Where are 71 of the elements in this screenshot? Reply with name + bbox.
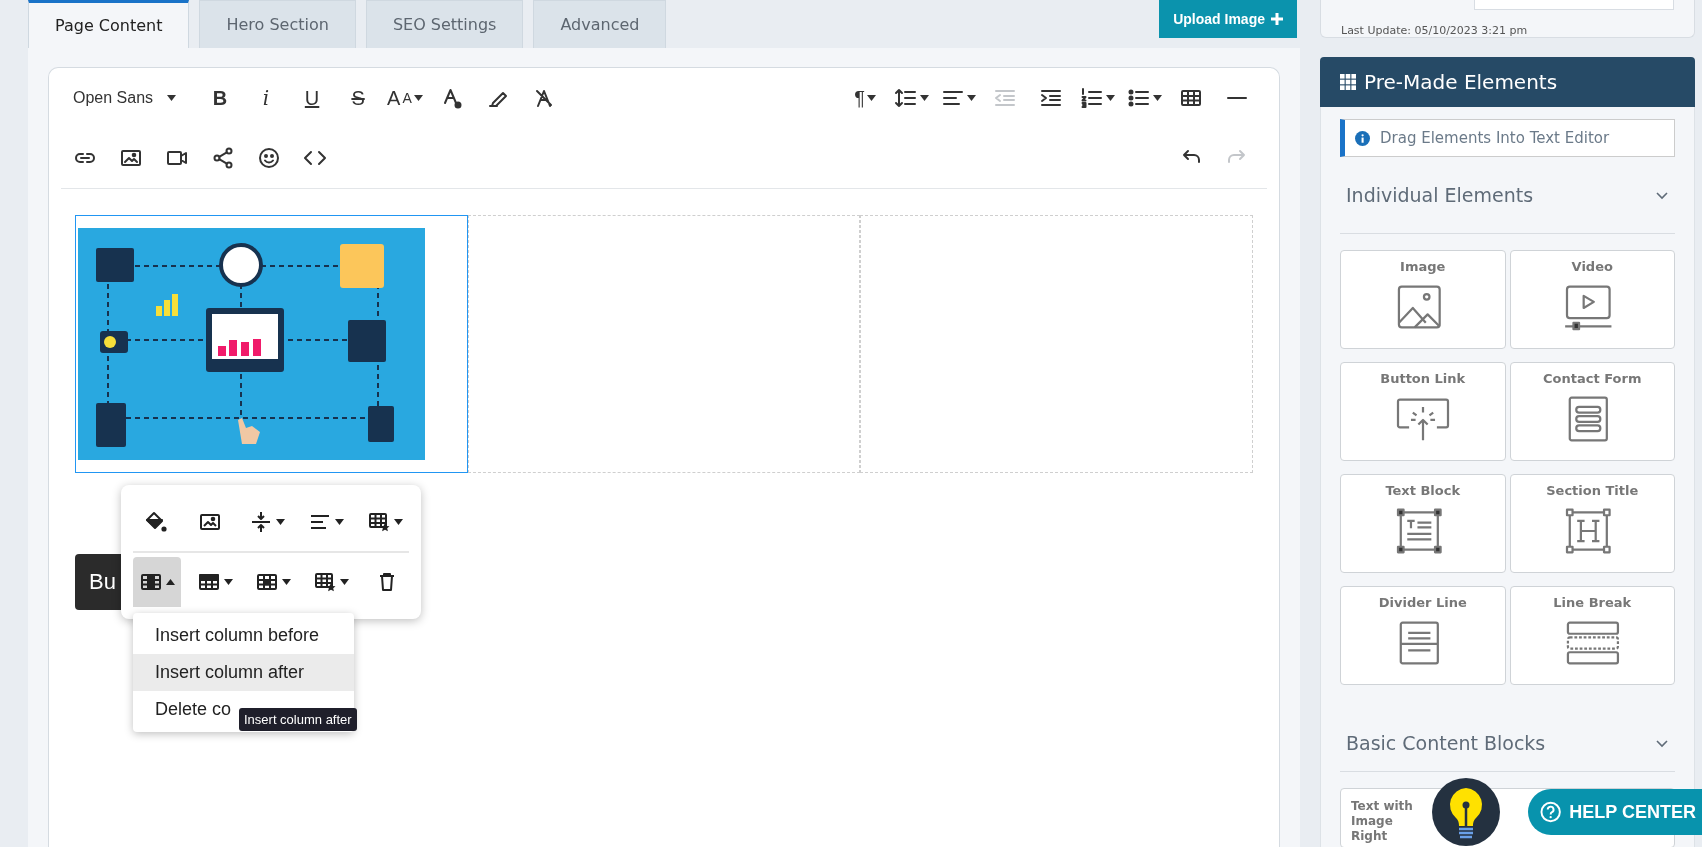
element-label: Line Break <box>1553 595 1632 610</box>
line-height-icon <box>894 86 918 110</box>
help-center-button[interactable]: HELP CENTER <box>1528 789 1702 835</box>
grid-icon <box>1340 74 1356 90</box>
section-title: Individual Elements <box>1346 184 1534 206</box>
caret-icon <box>920 95 929 101</box>
text-field[interactable] <box>1474 0 1674 10</box>
caret-icon <box>340 579 349 585</box>
menu-item[interactable]: Insert column before <box>133 617 354 654</box>
strikethrough-button[interactable]: S <box>338 78 379 118</box>
caret-icon <box>413 95 423 101</box>
element-label: Image <box>1400 259 1446 274</box>
element-card[interactable]: Image <box>1340 250 1506 349</box>
vertical-align-icon <box>249 510 273 534</box>
element-card[interactable]: Divider Line <box>1340 586 1506 685</box>
caret-icon <box>335 519 344 525</box>
plus-icon <box>1271 13 1283 25</box>
element-label: Text with Image Right <box>1351 799 1414 844</box>
element-card[interactable]: Contact Form <box>1509 362 1675 461</box>
font-dropdown[interactable]: Open Sans <box>65 78 185 118</box>
element-label: Button Link <box>1380 371 1466 386</box>
table-cell[interactable] <box>467 215 861 473</box>
tab[interactable]: SEO Settings <box>365 0 524 48</box>
element-label: Contact Form <box>1543 371 1642 386</box>
lightbulb-button[interactable] <box>1432 778 1500 846</box>
italic-button[interactable]: i <box>246 78 287 118</box>
info-icon <box>1355 130 1370 146</box>
element-label: Section Title <box>1546 483 1639 498</box>
caret-icon <box>167 95 177 101</box>
element-label: Text Block <box>1385 483 1461 498</box>
element-card[interactable]: Text Block <box>1340 474 1506 573</box>
element-card[interactable]: Button Link <box>1340 362 1506 461</box>
element-label: Video <box>1571 259 1613 274</box>
numbered-list-icon <box>1080 86 1104 110</box>
table-star-icon <box>313 570 337 594</box>
caret-icon <box>166 579 175 585</box>
tooltip: Insert column after <box>239 708 357 731</box>
element-card[interactable]: Video <box>1509 250 1675 349</box>
bold-button[interactable]: B <box>200 78 241 118</box>
question-icon <box>1540 801 1562 823</box>
section-header[interactable]: Basic Content Blocks <box>1340 715 1675 772</box>
tab[interactable]: Advanced <box>533 0 667 48</box>
tab[interactable]: Hero Section <box>199 0 356 48</box>
element-card[interactable]: Line Break <box>1509 586 1675 685</box>
table-star-icon <box>367 510 391 534</box>
table-cell[interactable] <box>860 215 1253 473</box>
chevron-icon <box>1655 738 1669 748</box>
section-title: Basic Content Blocks <box>1346 732 1546 754</box>
caret-icon <box>282 579 291 585</box>
section-header[interactable]: Individual Elements <box>1340 157 1675 234</box>
info-text: Drag Elements Into Text Editor <box>1380 129 1610 147</box>
caret-icon <box>224 579 233 585</box>
caret-icon <box>866 95 876 101</box>
caret-icon <box>1153 95 1162 101</box>
caret-icon <box>967 95 976 101</box>
chevron-icon <box>1655 190 1669 200</box>
table-cell[interactable] <box>75 215 468 473</box>
paragraph-dropdown[interactable]: ¶ <box>845 78 885 118</box>
caret-icon <box>394 519 403 525</box>
menu-item[interactable]: Insert column after <box>133 654 354 691</box>
last-update-text: Last Update: 05/10/2023 3:21 pm <box>1341 24 1529 37</box>
table-column-dropdown[interactable] <box>133 557 181 607</box>
caret-icon <box>1106 95 1115 101</box>
element-label: Divider Line <box>1378 595 1467 610</box>
caret-icon <box>276 519 285 525</box>
underline-button[interactable]: U <box>292 78 333 118</box>
panel-title: Pre-Made Elements <box>1364 70 1558 94</box>
element-card[interactable]: Section Title <box>1509 474 1675 573</box>
tab[interactable]: Page Content <box>28 0 190 48</box>
upload-image-button[interactable]: Upload Image <box>1159 0 1297 38</box>
font-size-dropdown[interactable]: AA <box>384 78 426 118</box>
